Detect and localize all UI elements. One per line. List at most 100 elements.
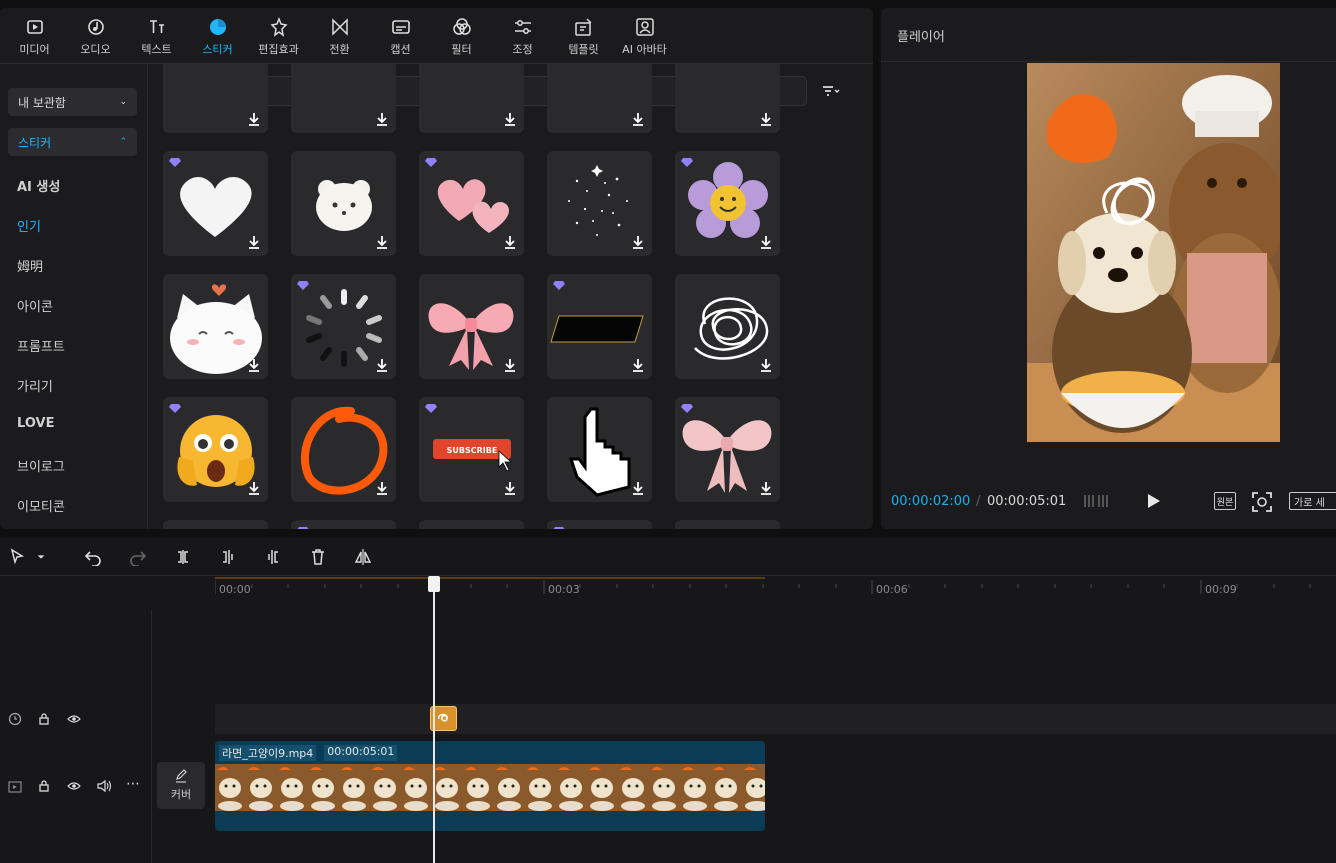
download-icon[interactable] <box>374 234 390 250</box>
sticker-card-partial[interactable] <box>291 64 396 133</box>
delete-button[interactable] <box>307 546 329 568</box>
sticker-white-scribble[interactable] <box>675 274 780 379</box>
select-mode-dropdown[interactable] <box>34 546 48 568</box>
waveform-toggle-icon[interactable] <box>1083 491 1111 511</box>
video-preview[interactable] <box>1027 63 1280 442</box>
speaker-icon[interactable] <box>96 778 112 797</box>
playhead[interactable] <box>428 576 440 863</box>
category-item[interactable]: 이모티콘 <box>17 496 65 515</box>
download-icon[interactable] <box>758 234 774 250</box>
tab-filter[interactable]: 필터 <box>431 8 492 64</box>
tab-effects[interactable]: 편집효과 <box>248 8 309 64</box>
tab-label: 필터 <box>451 42 472 56</box>
download-icon[interactable] <box>374 480 390 496</box>
sticker-dropdown[interactable]: 스티커 ⌃ <box>8 128 137 156</box>
sticker-loading-spinner[interactable] <box>291 274 396 379</box>
undo-button[interactable] <box>82 546 104 568</box>
eye-icon[interactable] <box>67 778 81 797</box>
sticker-card-partial[interactable] <box>547 64 652 133</box>
sticker-pink-hearts[interactable] <box>419 151 524 256</box>
sticker-card-partial[interactable] <box>675 64 780 133</box>
sticker-track-timer-icon[interactable] <box>8 711 22 730</box>
download-icon[interactable] <box>758 357 774 373</box>
sticker-card-partial[interactable] <box>291 520 396 529</box>
download-icon[interactable] <box>758 111 774 127</box>
category-item[interactable]: 인기 <box>17 216 41 235</box>
download-icon[interactable] <box>630 480 646 496</box>
sticker-cat-face[interactable] <box>163 274 268 379</box>
sticker-card-partial[interactable] <box>163 520 268 529</box>
adjust-icon <box>512 16 534 38</box>
sticker-pink-bow[interactable] <box>419 274 524 379</box>
download-icon[interactable] <box>246 111 262 127</box>
download-icon[interactable] <box>502 357 518 373</box>
category-item[interactable]: LOVE <box>17 416 54 431</box>
category-item[interactable]: 아이콘 <box>17 296 53 315</box>
sticker-card-partial[interactable] <box>419 64 524 133</box>
tab-media[interactable]: 미디어 <box>4 8 65 64</box>
sticker-orange-circle[interactable] <box>291 397 396 502</box>
play-button[interactable] <box>1143 491 1163 511</box>
mirror-button[interactable] <box>352 546 374 568</box>
sticker-card-partial[interactable] <box>419 520 524 529</box>
sticker-white-heart[interactable] <box>163 151 268 256</box>
category-item[interactable]: 브이로그 <box>17 456 65 475</box>
select-tool-button[interactable] <box>6 546 28 568</box>
tab-text[interactable]: 텍스트 <box>126 8 187 64</box>
download-icon[interactable] <box>374 111 390 127</box>
timeline-ruler[interactable]: 00:00 00:03 00:06 00:09 <box>215 576 1336 600</box>
download-icon[interactable] <box>630 234 646 250</box>
category-item[interactable]: 姆明 <box>17 256 43 275</box>
sticker-card-partial[interactable] <box>547 520 652 529</box>
filmstrip-frame <box>308 764 339 811</box>
category-item[interactable]: AI 생성 <box>17 176 60 195</box>
sticker-card-partial[interactable] <box>163 64 268 133</box>
download-icon[interactable] <box>502 234 518 250</box>
lock-icon[interactable] <box>38 711 50 730</box>
download-icon[interactable] <box>374 357 390 373</box>
filter-button[interactable] <box>822 82 856 102</box>
sticker-card-partial[interactable] <box>675 520 780 529</box>
orientation-button[interactable]: 가로 세 <box>1289 492 1336 510</box>
download-icon[interactable] <box>630 111 646 127</box>
sticker-bear-face[interactable] <box>291 151 396 256</box>
tab-caption[interactable]: 캡션 <box>370 8 431 64</box>
sticker-pink-satin-bow[interactable] <box>675 397 780 502</box>
download-icon[interactable] <box>246 234 262 250</box>
more-options-icon[interactable]: ⋯ <box>126 776 140 792</box>
cover-button[interactable]: 커버 <box>157 762 205 809</box>
download-icon[interactable] <box>758 480 774 496</box>
library-dropdown[interactable]: 내 보관함 ⌄ <box>8 88 137 116</box>
sticker-pointer-hand[interactable] <box>547 397 652 502</box>
sticker-subscribe-button[interactable]: SUBSCRIBE <box>419 397 524 502</box>
category-item[interactable]: 프롬프트 <box>17 336 65 355</box>
download-icon[interactable] <box>630 357 646 373</box>
tab-sticker[interactable]: 스티커 <box>187 8 248 64</box>
trim-left-button[interactable] <box>217 546 239 568</box>
redo-button[interactable] <box>127 546 149 568</box>
sticker-black-bar[interactable] <box>547 274 652 379</box>
video-clip[interactable]: 라면_고양이9.mp4 00:00:05:01 <box>215 741 765 831</box>
tab-template[interactable]: 템플릿 <box>553 8 614 64</box>
sticker-sparkle-dust[interactable] <box>547 151 652 256</box>
download-icon[interactable] <box>246 480 262 496</box>
lock-icon[interactable] <box>38 778 50 797</box>
sticker-shocked-emoji[interactable] <box>163 397 268 502</box>
trim-right-button[interactable] <box>262 546 284 568</box>
timeline-panel: 00:00 00:03 00:06 00:09 ⋯ 커버 라면_고양이9.mp4… <box>0 538 1336 863</box>
sticker-smiley-flower[interactable] <box>675 151 780 256</box>
download-icon[interactable] <box>246 357 262 373</box>
download-icon[interactable] <box>502 480 518 496</box>
split-button[interactable] <box>172 546 194 568</box>
ratio-button[interactable]: 원본 <box>1214 492 1236 510</box>
ruler-ticks <box>215 577 1311 594</box>
fullscreen-focus-icon[interactable] <box>1251 491 1273 513</box>
category-item[interactable]: 가리기 <box>17 376 53 395</box>
download-icon[interactable] <box>502 111 518 127</box>
tab-avatar[interactable]: AI 아바타 <box>614 8 675 64</box>
tab-adjust[interactable]: 조정 <box>492 8 553 64</box>
tab-audio[interactable]: 오디오 <box>65 8 126 64</box>
eye-icon[interactable] <box>67 711 81 730</box>
tab-transition[interactable]: 전환 <box>309 8 370 64</box>
playhead-handle[interactable] <box>428 576 440 592</box>
